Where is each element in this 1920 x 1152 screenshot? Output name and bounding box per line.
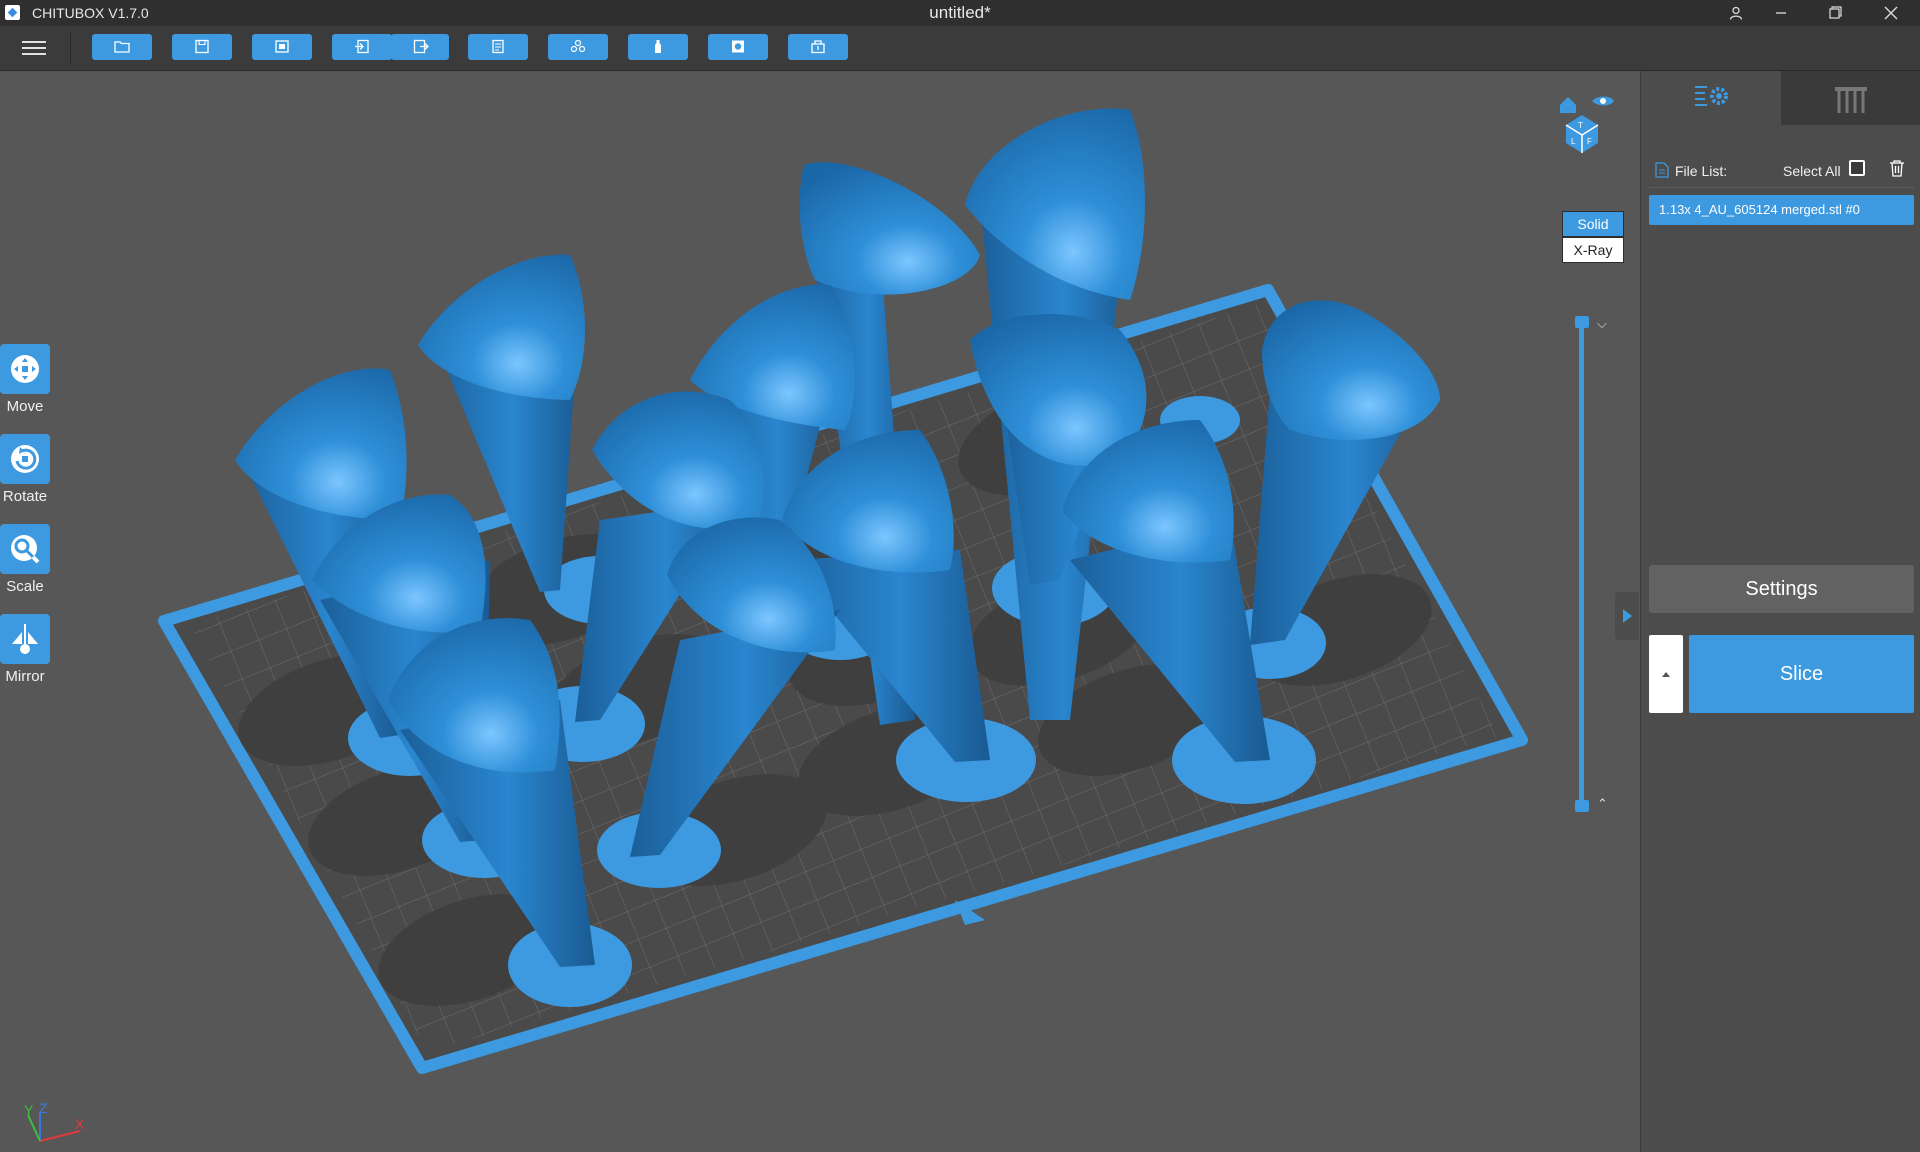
document-title: untitled* (929, 3, 991, 22)
chevron-down-icon[interactable]: ⌵ (1597, 316, 1607, 332)
solid-mode-button[interactable]: Solid (1562, 211, 1624, 237)
tab-supports[interactable] (1781, 71, 1920, 125)
hollow-icon (732, 40, 744, 53)
settings-button[interactable]: Settings (1649, 565, 1914, 613)
auto-support-button[interactable] (548, 34, 608, 60)
select-all-checkbox[interactable] (1849, 160, 1865, 176)
export-image-button[interactable] (252, 34, 312, 60)
export-button[interactable] (391, 34, 449, 60)
tab-file-settings[interactable] (1641, 71, 1781, 125)
import-button[interactable] (332, 34, 392, 60)
settings-list-icon (1695, 86, 1728, 106)
svg-text:F: F (1587, 137, 1592, 146)
minimize-button[interactable] (1758, 0, 1804, 26)
file-list-label: File List: (1675, 163, 1728, 179)
home-view-icon (1560, 97, 1576, 113)
export-icon (413, 39, 429, 54)
move-icon[interactable] (0, 344, 50, 394)
axis-y-label: Y (24, 1102, 34, 1118)
restore-button[interactable] (1812, 0, 1858, 26)
close-button[interactable] (1868, 0, 1914, 26)
right-panel: File List: Select All 1.13x 4_AU_605124 … (1640, 71, 1920, 1152)
trash-icon[interactable] (1889, 159, 1905, 180)
hamburger-menu-icon[interactable] (22, 37, 46, 59)
layer-top-handle[interactable] (1575, 316, 1589, 328)
punch-hole-button[interactable] (788, 34, 848, 60)
move-label: Move (6, 398, 44, 415)
mirror-label: Mirror (5, 668, 45, 685)
rotate-tool[interactable]: Rotate (0, 434, 50, 505)
drill-icon (811, 40, 825, 54)
file-icon (1655, 162, 1669, 178)
svg-text:T: T (1578, 121, 1583, 130)
folder-icon (114, 41, 130, 53)
view-cube-navigator[interactable]: T L F (1556, 91, 1616, 153)
file-list-header: File List: Select All (1651, 159, 1913, 181)
bottle-icon (655, 40, 661, 53)
title-bar: CHITUBOX V1.7.0 untitled* (0, 0, 1920, 26)
slice-button[interactable]: Slice (1689, 635, 1914, 713)
screenshot-icon (275, 40, 289, 53)
print-list-button[interactable] (468, 34, 528, 60)
scale-tool[interactable]: Scale (0, 524, 50, 595)
axis-z-label: Z (39, 1101, 48, 1116)
save-icon (195, 39, 209, 54)
slice-options-toggle[interactable] (1649, 635, 1683, 713)
layer-bottom-handle[interactable] (1575, 800, 1589, 812)
rotate-icon[interactable] (0, 434, 50, 484)
hollow-button[interactable] (708, 34, 768, 60)
select-all-label: Select All (1783, 163, 1841, 179)
main-toolbar (0, 26, 1920, 71)
rotate-label: Rotate (2, 488, 48, 505)
3d-viewport[interactable]: Move Rotate Scale Mirror T L F Solid X-R… (0, 71, 1640, 1152)
file-list-divider (1649, 187, 1914, 188)
toolbar-divider (70, 32, 71, 64)
supports-icon (570, 39, 586, 53)
axis-x-label: X (75, 1116, 85, 1132)
scale-icon[interactable] (0, 524, 50, 574)
chevron-up-icon[interactable]: ⌃ (1597, 796, 1608, 812)
account-icon[interactable] (1713, 0, 1759, 26)
import-icon (355, 39, 369, 54)
document-icon (492, 39, 504, 54)
svg-text:L: L (1571, 137, 1576, 146)
single-support-button[interactable] (628, 34, 688, 60)
support-columns-icon (1835, 87, 1867, 113)
mirror-tool[interactable]: Mirror (0, 614, 50, 685)
panel-collapse-toggle[interactable] (1615, 592, 1639, 640)
scale-label: Scale (6, 578, 44, 595)
xray-mode-button[interactable]: X-Ray (1562, 237, 1624, 263)
build-plate-scene (158, 108, 1528, 1074)
render-mode-switch: Solid X-Ray (1562, 211, 1624, 263)
save-button[interactable] (172, 34, 232, 60)
panel-tabs (1641, 71, 1920, 125)
mirror-icon[interactable] (0, 614, 50, 664)
open-file-button[interactable] (92, 34, 152, 60)
file-list-item[interactable]: 1.13x 4_AU_605124 merged.stl #0 (1649, 195, 1914, 225)
axis-gizmo: Y Z X (20, 1100, 90, 1151)
layer-slider-track[interactable] (1579, 322, 1584, 804)
move-tool[interactable]: Move (0, 344, 50, 415)
layer-slider[interactable]: ⌵ ⌃ (1575, 316, 1615, 816)
